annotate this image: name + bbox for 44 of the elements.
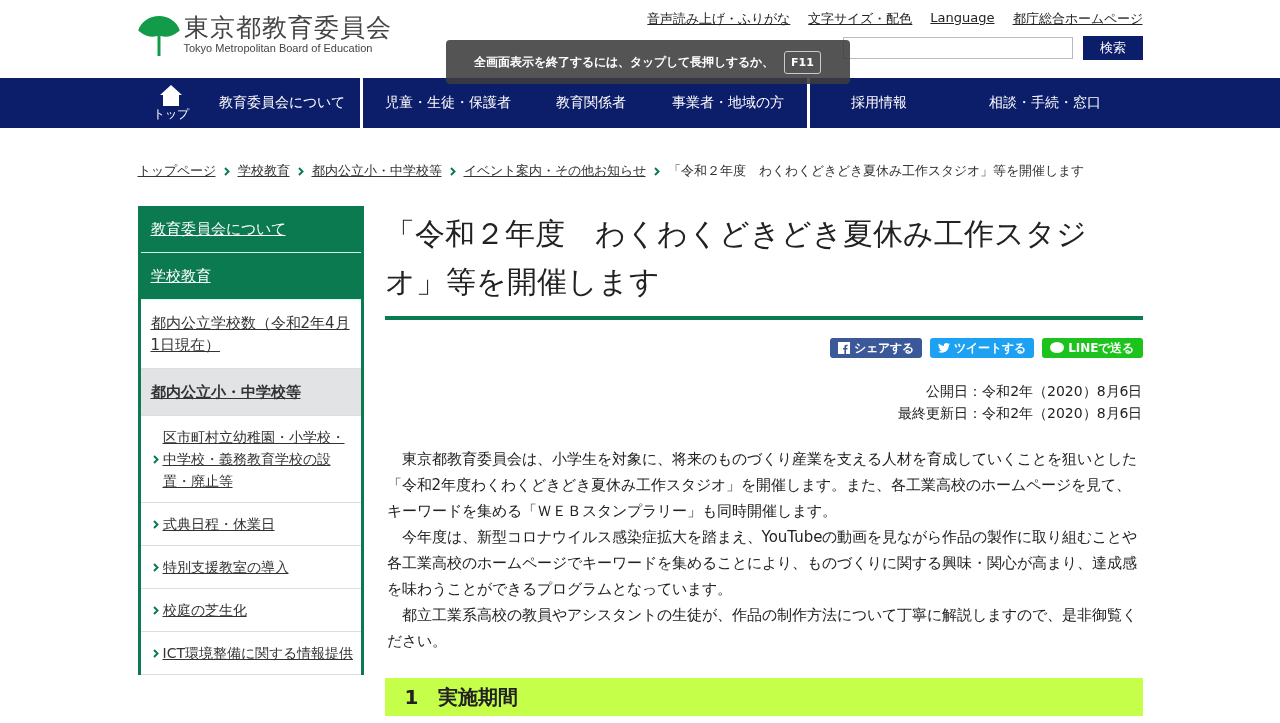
search-button[interactable]: 検索: [1082, 36, 1143, 60]
nav-link[interactable]: 事業者・地域の方: [671, 94, 784, 112]
section-heading: 1 実施期間: [384, 678, 1143, 716]
chevron-icon: [297, 166, 304, 176]
search-field[interactable]: [842, 37, 1073, 59]
logo-subtitle: Tokyo Metropolitan Board of Education: [183, 42, 374, 54]
toast-message: 全画面表示を終了するには、タップして長押しするか、: [474, 53, 775, 71]
header-link[interactable]: 都庁総合ホームページ: [1012, 10, 1143, 28]
breadcrumb-link[interactable]: 学校教育: [237, 162, 290, 180]
speech-bubble-icon: [1050, 342, 1065, 354]
date-text: 最終更新日：令和2年（2020）8月6日: [898, 404, 1143, 423]
chevron-icon: [223, 166, 230, 176]
chevron-icon: [449, 166, 456, 176]
header-link[interactable]: 文字サイズ・配色: [808, 10, 913, 28]
home-link[interactable]: トップ: [152, 83, 189, 123]
chevron-icon: [152, 562, 159, 572]
page-title: 「令和２年度 わくわくどきどき夏休み工作スタジオ」等を開催します: [384, 206, 1143, 320]
breadcrumb-link[interactable]: トップページ: [137, 162, 216, 180]
header-link[interactable]: Language: [930, 10, 995, 28]
nav-link[interactable]: 児童・生徒・保護者: [385, 94, 512, 112]
body-paragraph: 今年度は、新型コロナウイルス感染症拡大を踏まえ、YouTubeの動画を見ながら作品の製作に取り組むことや各工業高校のホームページでキーワードを集めることにより、ものづくりに関する興味・関心が高まり、達成感を味わうことができるプログラムとなっています。: [386, 527, 1139, 600]
facebook-icon: [838, 342, 851, 354]
chevron-icon: [152, 648, 159, 658]
bird-icon: [938, 343, 951, 353]
chevron-icon: [653, 166, 660, 176]
breadcrumb-current: 「令和２年度 わくわくどきどき夏休み工作スタジオ」等を開催します: [667, 162, 1084, 180]
logo-title: 東京都教育委員会: [183, 14, 392, 42]
nav-link[interactable]: 採用情報: [850, 94, 907, 112]
breadcrumb-link[interactable]: 都内公立小・中学校等: [311, 162, 442, 180]
chevron-icon: [152, 454, 159, 464]
nav-link[interactable]: 教育関係者: [556, 94, 627, 112]
body-paragraph: 都立工業系高校の教員やアシスタントの生徒が、作品の制作方法について丁寧に解説しますので、是非御覧ください。: [386, 605, 1138, 652]
key-label: F11: [784, 50, 821, 74]
nav-link[interactable]: 相談・手続・窓口: [989, 94, 1102, 112]
chevron-icon: [152, 605, 159, 615]
sidebar-item[interactable]: 式典日程・休業日: [140, 503, 361, 546]
house-icon: [159, 83, 182, 106]
date-text: 公開日：令和2年（2020）8月6日: [926, 382, 1143, 401]
chevron-icon: [152, 519, 159, 529]
share-button[interactable]: シェアする: [830, 338, 923, 358]
body-paragraph: 東京都教育委員会は、小学生を対象に、将来のものづくり産業を支える人材を育成していくことを狙いとした「令和2年度わくわくどきどき夏休み工作スタジオ」を開催します。また、各工業高校のホームページを見て、キーワードを集める「ＷＥＢスタンプラリー」も同時開催します。: [386, 449, 1138, 522]
header-link[interactable]: 音声読み上げ・ふりがな: [647, 10, 791, 28]
breadcrumb-link[interactable]: イベント案内・その他お知らせ: [463, 162, 646, 180]
nav-link[interactable]: 教育委員会について: [218, 94, 345, 112]
